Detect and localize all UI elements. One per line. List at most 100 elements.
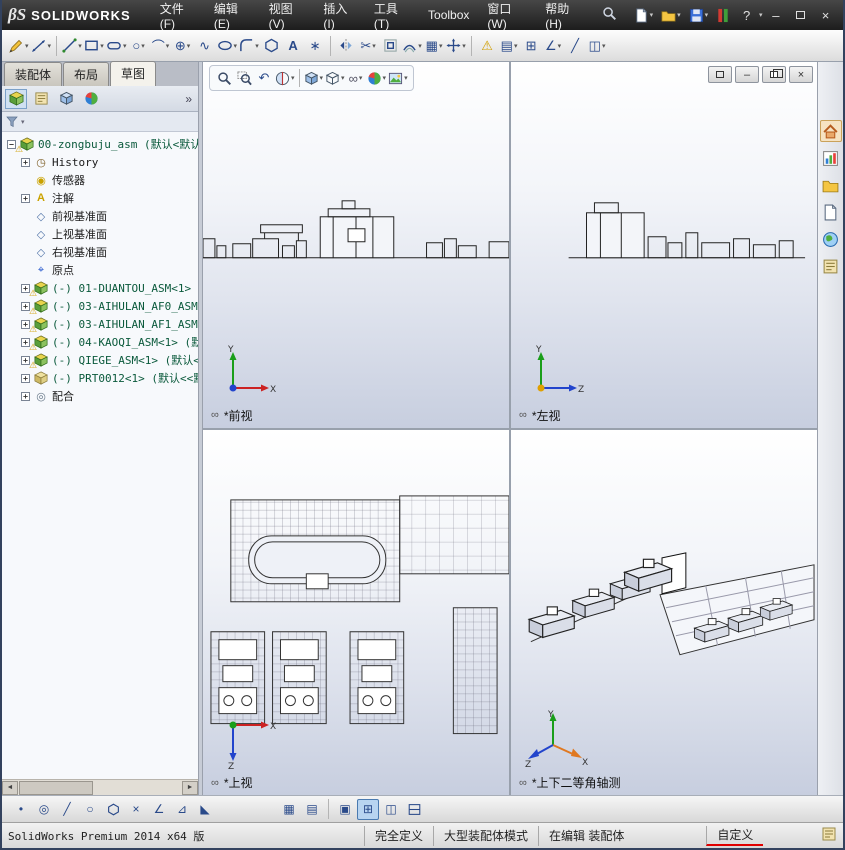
expand-panel-chevron[interactable]: » bbox=[185, 92, 195, 106]
tree-item-top-plane[interactable]: ◇ 上视基准面 bbox=[2, 225, 198, 243]
child-maximize-button[interactable] bbox=[762, 66, 786, 83]
polygon-snap-button[interactable] bbox=[102, 799, 124, 820]
tree-item-front-plane[interactable]: ◇ 前视基准面 bbox=[2, 207, 198, 225]
grid-alt-button[interactable]: ▤ bbox=[301, 799, 323, 820]
previous-view-button[interactable]: ↶ bbox=[254, 67, 274, 89]
perimeter-circle-tool-button[interactable]: ⊕ ▾ bbox=[172, 34, 194, 58]
custom-status-text[interactable]: 自定义 bbox=[706, 825, 764, 846]
rapid-sketch-button[interactable]: ⊞ bbox=[520, 34, 542, 58]
section-view-button[interactable]: ▾ bbox=[274, 67, 296, 89]
scrollbar-thumb[interactable] bbox=[19, 780, 93, 795]
triangle-snap-button[interactable]: ⊿ bbox=[171, 799, 193, 820]
scroll-left-button[interactable]: ◄ bbox=[2, 780, 18, 795]
options-button[interactable] bbox=[713, 6, 733, 25]
property-manager-tab[interactable] bbox=[30, 89, 52, 109]
scroll-right-button[interactable]: ► bbox=[182, 780, 198, 795]
expander-icon[interactable]: + bbox=[21, 373, 30, 383]
tab-layout[interactable]: 布局 bbox=[63, 62, 110, 86]
menu-toolbox[interactable]: Toolbox bbox=[419, 3, 478, 27]
angle-snap-button[interactable]: ∠ bbox=[148, 799, 170, 820]
tab-sketch[interactable]: 草图 bbox=[110, 61, 157, 86]
sketch-tool-button[interactable]: ▾ bbox=[7, 34, 30, 58]
design-library-tab[interactable] bbox=[820, 147, 842, 169]
new-document-button[interactable]: ▾ bbox=[631, 6, 657, 25]
close-button[interactable]: × bbox=[814, 5, 837, 25]
viewport-left[interactable]: Y Z ∞ *左视 bbox=[511, 62, 817, 428]
feature-manager-tab[interactable] bbox=[5, 88, 27, 109]
mirror-entities-button[interactable] bbox=[335, 34, 357, 58]
smart-dimension-button[interactable]: ▾ bbox=[30, 34, 53, 58]
edit-appearance-button[interactable]: ▾ bbox=[366, 67, 388, 89]
zoom-area-button[interactable] bbox=[234, 67, 254, 89]
tab-assembly[interactable]: 装配体 bbox=[4, 62, 63, 86]
expander-icon[interactable]: + bbox=[21, 193, 30, 203]
linear-sketch-pattern-button[interactable]: ▦ ▾ bbox=[423, 34, 445, 58]
two-view-vertical-button[interactable] bbox=[403, 799, 425, 820]
text-tool-button[interactable]: A bbox=[282, 34, 304, 58]
appearances-tab[interactable] bbox=[820, 228, 842, 250]
view-orientation-button[interactable]: ▾ bbox=[303, 67, 325, 89]
tree-item-right-plane[interactable]: ◇ 右视基准面 bbox=[2, 243, 198, 261]
convert-entities-button[interactable] bbox=[379, 34, 401, 58]
delete-snap-button[interactable]: × bbox=[125, 799, 147, 820]
tree-item-mates[interactable]: + ◎ 配合 bbox=[2, 387, 198, 405]
minimize-button[interactable]: – bbox=[764, 5, 787, 25]
display-style-button[interactable]: ▾ bbox=[324, 67, 346, 89]
search-icon[interactable] bbox=[602, 6, 617, 24]
rectangle-tool-button[interactable]: ▾ bbox=[83, 34, 105, 58]
expander-icon[interactable]: + bbox=[21, 157, 30, 167]
center-snap-button[interactable]: ◎ bbox=[33, 799, 55, 820]
expander-icon[interactable]: + bbox=[21, 391, 30, 401]
tree-item-subassembly[interactable]: + ⚠ (-) 03-AIHULAN_AF1_ASM< bbox=[2, 315, 198, 333]
line-snap-button[interactable]: ╱ bbox=[56, 799, 78, 820]
viewport-isometric[interactable]: Y X Z ∞ *上下二等角轴测 bbox=[511, 429, 817, 795]
tree-item-sensors[interactable]: ◉ 传感器 bbox=[2, 171, 198, 189]
tree-item-subassembly[interactable]: + ⚠ (-) 01-DUANTOU_ASM<1> bbox=[2, 279, 198, 297]
line-tool-button[interactable]: ▾ bbox=[61, 34, 83, 58]
circle-snap-button[interactable]: ○ bbox=[79, 799, 101, 820]
move-entities-button[interactable]: ▾ bbox=[445, 34, 467, 58]
child-restore-button[interactable] bbox=[708, 66, 732, 83]
tree-item-subassembly[interactable]: + ⚠ (-) QIEGE_ASM<1> (默认< bbox=[2, 351, 198, 369]
tree-item-history[interactable]: + ◷ History bbox=[2, 153, 198, 171]
instant2d-button[interactable]: ◫ ▾ bbox=[586, 34, 608, 58]
polygon-tool-button[interactable] bbox=[260, 34, 282, 58]
view-palette-tab[interactable] bbox=[820, 201, 842, 223]
tree-item-origin[interactable]: ⌖ 原点 bbox=[2, 261, 198, 279]
resources-tab[interactable] bbox=[819, 120, 842, 142]
tree-item-annotations[interactable]: + A 注解 bbox=[2, 189, 198, 207]
slot-tool-button[interactable]: ▾ bbox=[105, 34, 128, 58]
ellipse-tool-button[interactable]: ▾ bbox=[216, 34, 239, 58]
child-close-button[interactable]: × bbox=[789, 66, 813, 83]
display-manager-tab[interactable] bbox=[80, 89, 102, 109]
viewport-front[interactable]: Y X ∞ *前视 bbox=[203, 62, 509, 428]
spline-tool-button[interactable]: ∿ bbox=[194, 34, 216, 58]
tree-item-subassembly[interactable]: + ⚠ (-) 04-KAOQI_ASM<1> (默 bbox=[2, 333, 198, 351]
corner-snap-button[interactable]: ◣ bbox=[194, 799, 216, 820]
scrollbar-track[interactable] bbox=[18, 780, 182, 795]
maximize-button[interactable] bbox=[789, 5, 812, 25]
repair-sketch-button[interactable]: ⚠ bbox=[476, 34, 498, 58]
two-view-horizontal-button[interactable]: ◫ bbox=[380, 799, 402, 820]
configuration-manager-tab[interactable] bbox=[55, 89, 77, 109]
quick-tip-icon[interactable] bbox=[821, 826, 837, 845]
grid-button[interactable]: ▦ bbox=[278, 799, 300, 820]
sketch-snaps-button[interactable]: ∠ ▾ bbox=[542, 34, 564, 58]
hide-show-items-button[interactable]: ∞ ▾ bbox=[346, 67, 366, 89]
tree-item-root-assembly[interactable]: − ⚠ 00-zongbuju_asm (默认<默认 bbox=[2, 135, 198, 153]
tree-horizontal-scrollbar[interactable]: ◄ ► bbox=[2, 779, 198, 795]
construction-geometry-button[interactable]: ╱ bbox=[564, 34, 586, 58]
tree-item-part[interactable]: + (-) PRT0012<1> (默认<<默认 bbox=[2, 369, 198, 387]
child-minimize-button[interactable]: – bbox=[735, 66, 759, 83]
open-document-button[interactable]: ▾ bbox=[658, 6, 684, 25]
circle-tool-button[interactable]: ○ ▾ bbox=[128, 34, 150, 58]
offset-entities-button[interactable]: ▾ bbox=[401, 34, 423, 58]
file-explorer-tab[interactable] bbox=[820, 174, 842, 196]
point-snap-button[interactable]: • bbox=[10, 799, 32, 820]
apply-scene-button[interactable]: ▾ bbox=[387, 67, 409, 89]
arc-tool-button[interactable]: ⌒ ▾ bbox=[150, 34, 172, 58]
tree-item-subassembly[interactable]: + ⚠ (-) 03-AIHULAN_AF0_ASM< bbox=[2, 297, 198, 315]
tree-filter-bar[interactable]: ▾ bbox=[2, 112, 198, 132]
trim-entities-button[interactable]: ✂ ▾ bbox=[357, 34, 379, 58]
four-view-button[interactable]: ⊞ bbox=[357, 798, 379, 820]
